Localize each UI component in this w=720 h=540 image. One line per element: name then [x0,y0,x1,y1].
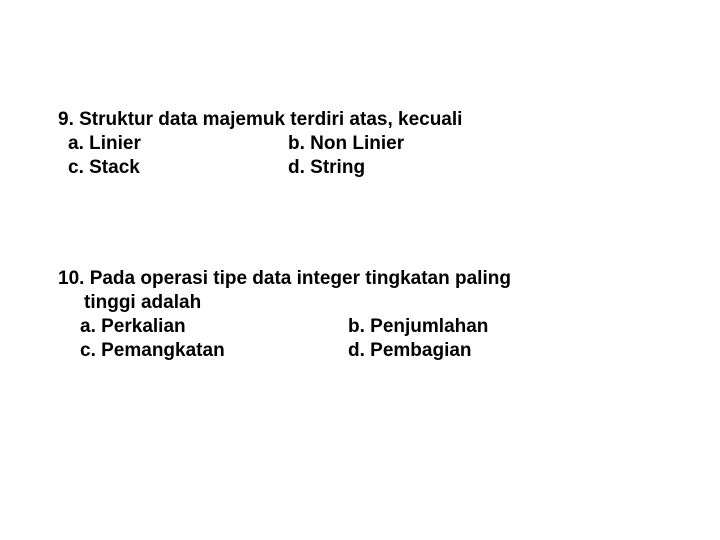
question-9-options-row-2: c. Stack d. String [58,156,720,180]
option-9d: d. String [288,156,365,180]
option-10d: d. Pembagian [348,339,472,363]
option-10c: c. Pemangkatan [80,339,348,363]
question-9: 9. Struktur data majemuk terdiri atas, k… [58,108,720,179]
question-9-text: 9. Struktur data majemuk terdiri atas, k… [58,108,720,132]
question-10-text-line2: tinggi adalah [58,291,720,315]
option-9a: a. Linier [68,132,288,156]
question-10-text-line1: 10. Pada operasi tipe data integer tingk… [58,267,720,291]
question-10-options-row-2: c. Pemangkatan d. Pembagian [58,339,720,363]
option-10a: a. Perkalian [80,315,348,339]
option-10b: b. Penjumlahan [348,315,488,339]
question-10-options-row-1: a. Perkalian b. Penjumlahan [58,315,720,339]
question-9-options-row-1: a. Linier b. Non Linier [58,132,720,156]
question-10: 10. Pada operasi tipe data integer tingk… [58,267,720,362]
option-9b: b. Non Linier [288,132,404,156]
option-9c: c. Stack [68,156,288,180]
